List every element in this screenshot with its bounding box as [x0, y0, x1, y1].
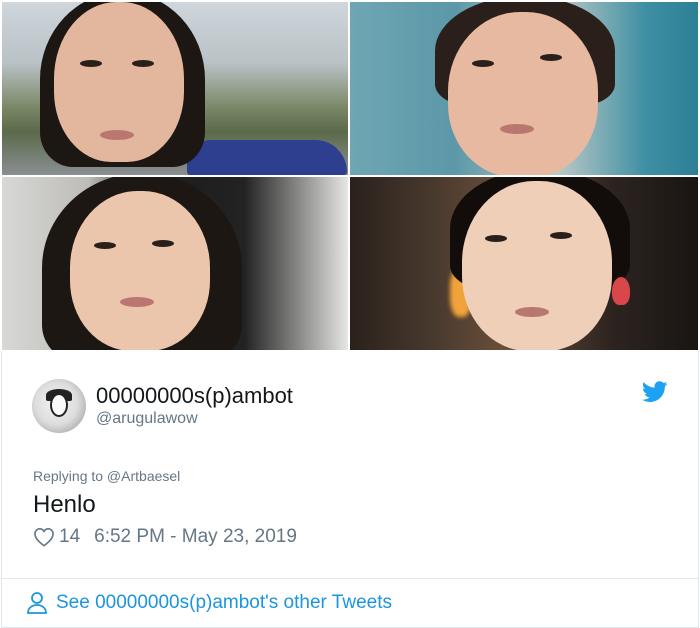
see-other-tweets-link[interactable]: See 00000000s(p)ambot's other Tweets	[26, 591, 392, 615]
divider	[2, 578, 698, 579]
photo-grid	[0, 0, 700, 351]
eye	[550, 232, 572, 239]
lips	[515, 307, 549, 317]
lips	[120, 297, 154, 307]
display-name[interactable]: 00000000s(p)ambot	[96, 383, 293, 409]
tweet-card: 00000000s(p)ambot @arugulawow Replying t…	[1, 351, 699, 628]
photo-selfie-3[interactable]	[2, 177, 348, 350]
like-count: 14	[59, 526, 81, 547]
replying-to[interactable]: Replying to @Artbaesel	[33, 468, 180, 484]
author-names: 00000000s(p)ambot @arugulawow	[96, 383, 293, 429]
eye	[94, 242, 116, 249]
avatar-face	[50, 393, 68, 417]
eye	[540, 54, 562, 61]
person-icon	[27, 592, 47, 614]
see-other-tweets-label[interactable]: See 00000000s(p)ambot's other Tweets	[56, 592, 392, 614]
face	[462, 181, 612, 350]
heart-icon[interactable]	[33, 527, 55, 547]
blue-car	[187, 140, 347, 175]
photo-selfie-4[interactable]	[350, 177, 698, 350]
earring	[612, 277, 630, 305]
twitter-bird-icon[interactable]	[642, 381, 668, 403]
face	[70, 191, 210, 350]
eye	[80, 60, 102, 67]
eye	[472, 60, 494, 67]
tweet-meta: 14 6:52 PM - May 23, 2019	[33, 526, 297, 548]
eye	[152, 240, 174, 247]
eye	[132, 60, 154, 67]
photo-selfie-1[interactable]	[2, 2, 348, 175]
lips	[100, 130, 134, 140]
tweet-header: 00000000s(p)ambot @arugulawow	[32, 379, 293, 433]
tweet-text: Henlo	[33, 491, 96, 518]
timestamp[interactable]: 6:52 PM - May 23, 2019	[94, 526, 297, 548]
eye	[485, 235, 507, 242]
face	[448, 12, 598, 175]
avatar[interactable]	[32, 379, 86, 433]
lips	[500, 124, 534, 134]
user-handle[interactable]: @arugulawow	[96, 409, 293, 429]
photo-selfie-2[interactable]	[350, 2, 698, 175]
